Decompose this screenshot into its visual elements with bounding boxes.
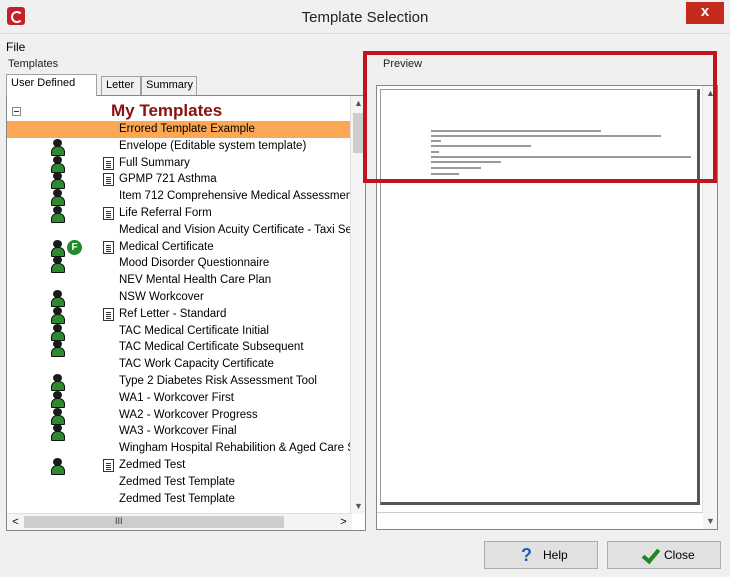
window-close-button[interactable]: x	[686, 2, 724, 24]
template-list-item[interactable]: TAC Medical Certificate Subsequent	[7, 339, 352, 358]
scroll-right-arrow-icon[interactable]: >	[335, 514, 352, 530]
tab-letter[interactable]: Letter	[101, 76, 141, 95]
template-list-item[interactable]: WA1 - Workcover First	[7, 390, 352, 408]
document-icon	[103, 173, 114, 187]
doctor-icon	[51, 256, 65, 274]
scroll-down-arrow-icon[interactable]: ▼	[351, 499, 365, 514]
template-item-label: Zedmed Test Template	[119, 492, 235, 505]
title-bar: Template Selection x	[0, 0, 730, 34]
template-item-label: NEV Mental Health Care Plan	[119, 274, 272, 287]
document-icon	[103, 240, 114, 254]
template-list-item[interactable]: Full Summary	[7, 155, 352, 173]
menu-file[interactable]: File	[6, 40, 25, 54]
tab-summary[interactable]: Summary	[141, 76, 197, 95]
doctor-icon	[51, 390, 65, 408]
doctor-icon	[51, 155, 65, 173]
template-item-label: Envelope (Editable system template)	[119, 139, 307, 152]
template-list-item[interactable]: NEV Mental Health Care Plan	[7, 272, 352, 289]
template-item-label: Mood Disorder Questionnaire	[119, 257, 270, 270]
template-list-item[interactable]: Zedmed Test	[7, 457, 352, 475]
doctor-icon	[51, 374, 65, 391]
doctor-icon	[51, 239, 65, 257]
document-icon	[103, 307, 114, 321]
group-title-my-templates: My Templates	[111, 101, 223, 120]
template-item-label: Life Referral Form	[119, 207, 212, 219]
template-item-label: WA1 - Workcover First	[119, 391, 235, 404]
template-item-label: Medical Certificate	[119, 240, 214, 253]
template-list-item[interactable]: WA3 - Workcover Final	[7, 423, 352, 442]
template-item-label: TAC Medical Certificate Initial	[119, 324, 269, 337]
templates-group-label: Templates	[6, 58, 61, 70]
template-list-item[interactable]: Ref Letter - Standard	[7, 306, 352, 324]
doctor-icon	[51, 189, 65, 207]
preview-footer-strip	[377, 512, 703, 529]
favourite-badge-icon: F	[67, 239, 82, 255]
doctor-icon	[51, 306, 65, 324]
template-list-item[interactable]: Item 712 Comprehensive Medical Assessmen…	[7, 188, 356, 207]
horizontal-scroll-thumb[interactable]	[24, 516, 284, 528]
document-icon	[103, 207, 114, 220]
template-item-label: NSW Workcover	[119, 291, 204, 303]
doctor-icon	[51, 340, 65, 358]
template-item-label: Ref Letter - Standard	[119, 307, 227, 320]
collapse-toggle[interactable]	[12, 107, 21, 116]
scroll-thumb[interactable]	[353, 113, 363, 153]
template-list-item[interactable]: Zedmed Test Template	[7, 491, 352, 508]
checkmark-icon	[640, 546, 658, 564]
template-list-item[interactable]: WA2 - Workcover Progress	[7, 407, 352, 425]
doctor-icon	[51, 138, 65, 156]
template-list-item[interactable]: Wingham Hospital Rehabilition & Aged Car…	[7, 440, 355, 457]
template-item-label: Wingham Hospital Rehabilition & Aged Car…	[119, 442, 355, 455]
template-list-item[interactable]: Errored Template Example	[7, 121, 352, 138]
doctor-icon	[51, 290, 65, 307]
template-item-label: WA3 - Workcover Final	[119, 425, 237, 438]
template-list-item[interactable]: Mood Disorder Questionnaire	[7, 255, 352, 274]
template-list-item[interactable]: Zedmed Test Template	[7, 474, 352, 491]
template-item-label: Item 712 Comprehensive Medical Assessmen…	[119, 190, 356, 203]
doctor-icon	[51, 323, 65, 341]
template-list-item[interactable]: Envelope (Editable system template)	[7, 138, 352, 156]
template-list-item[interactable]: F Medical Certificate	[7, 239, 352, 257]
tab-user-defined[interactable]: User Defined	[6, 74, 97, 96]
tree-horizontal-scrollbar[interactable]: < III >	[7, 513, 352, 530]
template-item-label: Zedmed Test	[119, 459, 186, 471]
template-list-item[interactable]: NSW Workcover	[7, 289, 352, 307]
doctor-icon	[51, 458, 65, 475]
close-button-label: Close	[664, 548, 695, 562]
template-list-item[interactable]: Type 2 Diabetes Risk Assessment Tool	[7, 373, 352, 391]
template-item-label: Type 2 Diabetes Risk Assessment Tool	[119, 375, 317, 387]
help-button[interactable]: ? Help	[484, 541, 598, 569]
document-icon	[103, 156, 114, 170]
help-button-label: Help	[543, 548, 568, 562]
document-icon	[103, 459, 114, 472]
template-item-label: Medical and Vision Acuity Certificate - …	[119, 223, 352, 236]
doctor-icon	[51, 172, 65, 190]
template-item-label: WA2 - Workcover Progress	[119, 408, 258, 421]
help-icon: ?	[521, 545, 532, 565]
preview-highlight-box	[363, 51, 717, 183]
template-item-label: TAC Medical Certificate Subsequent	[119, 341, 304, 354]
template-list-item[interactable]: Life Referral Form	[7, 205, 352, 223]
doctor-icon	[51, 206, 65, 223]
scroll-left-arrow-icon[interactable]: <	[7, 514, 24, 530]
template-list-item[interactable]: GPMP 721 Asthma	[7, 171, 352, 190]
template-item-label: GPMP 721 Asthma	[119, 173, 217, 186]
scroll-down-arrow-icon[interactable]: ▼	[703, 514, 718, 529]
template-item-label: Full Summary	[119, 156, 190, 169]
templates-tree[interactable]: My Templates Errored Template Example Env…	[6, 95, 366, 531]
doctor-icon	[51, 424, 65, 442]
template-item-label: TAC Work Capacity Certificate	[119, 358, 274, 371]
template-item-label: Errored Template Example	[119, 123, 255, 135]
template-list-item[interactable]: Medical and Vision Acuity Certificate - …	[7, 222, 352, 239]
scroll-grip-icon: III	[115, 516, 123, 526]
template-list-item[interactable]: TAC Work Capacity Certificate	[7, 356, 352, 373]
template-list-item[interactable]: TAC Medical Certificate Initial	[7, 323, 352, 341]
window-title: Template Selection	[301, 9, 429, 26]
close-button[interactable]: Close	[607, 541, 721, 569]
template-item-label: Zedmed Test Template	[119, 475, 235, 488]
doctor-icon	[51, 407, 65, 425]
